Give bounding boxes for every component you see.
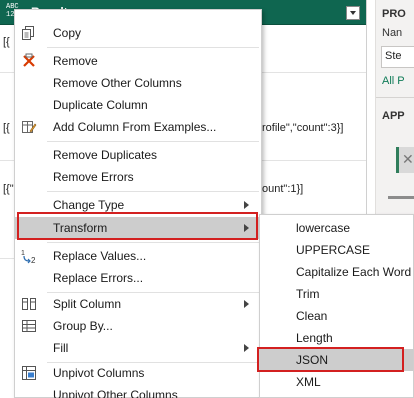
submenu-item-json[interactable]: JSON [260, 349, 413, 371]
chevron-right-icon [244, 224, 249, 232]
submenu-item-clean[interactable]: Clean [260, 305, 413, 327]
menu-separator [47, 191, 259, 192]
applied-step-item[interactable]: ✕ [396, 147, 414, 173]
submenu-item-label: JSON [296, 353, 329, 367]
menu-item-add-column-from-examples[interactable]: Add Column From Examples... [15, 116, 261, 138]
unpivot-icon [21, 365, 37, 381]
cell-fragment[interactable]: ount":1}] [262, 183, 303, 195]
menu-item-label: Replace Values... [53, 249, 147, 263]
split-column-icon [21, 296, 37, 312]
menu-item-replace-errors[interactable]: Replace Errors... [15, 267, 261, 289]
copy-icon [21, 25, 37, 41]
menu-item-label: Duplicate Column [53, 98, 148, 112]
group-by-icon [21, 318, 37, 334]
submenu-item-label: Clean [296, 309, 328, 323]
cell-fragment[interactable]: [{" [3, 183, 14, 195]
menu-item-unpivot-other-columns[interactable]: Unpivot Other Columns [15, 384, 261, 398]
properties-heading: PRO [382, 8, 406, 20]
menu-item-copy[interactable]: Copy [15, 22, 261, 44]
menu-item-label: Unpivot Columns [53, 366, 145, 380]
menu-item-label: Replace Errors... [53, 271, 144, 285]
column-context-menu: Copy Remove Remove Other Columns Duplica… [14, 9, 262, 398]
menu-item-label: Add Column From Examples... [53, 120, 217, 134]
menu-item-group-by[interactable]: Group By... [15, 315, 261, 337]
menu-item-transform[interactable]: Transform [15, 217, 261, 239]
menu-item-replace-values[interactable]: 12 Replace Values... [15, 245, 261, 267]
menu-item-label: Change Type [53, 198, 125, 212]
menu-item-remove-errors[interactable]: Remove Errors [15, 166, 261, 188]
column-filter-dropdown-icon[interactable] [346, 6, 360, 20]
menu-item-change-type[interactable]: Change Type [15, 194, 261, 216]
chevron-right-icon [244, 344, 249, 352]
query-name-input[interactable]: Ste [381, 46, 414, 68]
menu-item-duplicate-column[interactable]: Duplicate Column [15, 94, 261, 116]
all-properties-link[interactable]: All P [382, 75, 405, 87]
menu-item-split-column[interactable]: Split Column [15, 293, 261, 315]
submenu-item-label: UPPERCASE [296, 243, 371, 257]
menu-separator [47, 141, 259, 142]
menu-item-label: Unpivot Other Columns [53, 388, 178, 398]
menu-item-remove-duplicates[interactable]: Remove Duplicates [15, 144, 261, 166]
svg-text:1: 1 [21, 250, 25, 257]
cell-fragment[interactable]: rofile","count":3}] [262, 122, 343, 134]
chevron-right-icon [244, 201, 249, 209]
submenu-item-trim[interactable]: Trim [260, 283, 413, 305]
menu-item-fill[interactable]: Fill [15, 337, 261, 359]
panel-divider [376, 97, 414, 98]
submenu-item-label: Capitalize Each Word [296, 265, 412, 279]
menu-item-label: Remove Other Columns [53, 76, 182, 90]
applied-steps-heading: APP [382, 110, 405, 122]
menu-item-unpivot-columns[interactable]: Unpivot Columns [15, 362, 261, 384]
svg-text:2: 2 [31, 256, 36, 264]
menu-separator [47, 242, 259, 243]
submenu-item-label: Length [296, 331, 333, 345]
add-column-examples-icon [21, 119, 37, 135]
submenu-item-xml[interactable]: XML [260, 371, 413, 393]
panel-scrollbar[interactable] [388, 196, 414, 199]
name-label: Nan [382, 27, 403, 39]
menu-item-remove-other-columns[interactable]: Remove Other Columns [15, 72, 261, 94]
menu-item-remove[interactable]: Remove [15, 50, 261, 72]
submenu-item-capitalize-each-word[interactable]: Capitalize Each Word [260, 261, 413, 283]
cell-fragment[interactable]: [{ [3, 122, 10, 134]
submenu-item-label: lowercase [296, 221, 351, 235]
menu-item-label: Group By... [53, 319, 113, 333]
remove-x-icon [21, 53, 37, 69]
replace-values-icon: 12 [21, 248, 37, 265]
menu-item-label: Remove [53, 54, 98, 68]
submenu-item-label: XML [296, 375, 321, 389]
menu-separator [47, 47, 259, 48]
submenu-item-label: Trim [296, 287, 320, 301]
submenu-item-length[interactable]: Length [260, 327, 413, 349]
close-icon[interactable]: ✕ [402, 151, 414, 168]
transform-submenu: lowercase UPPERCASE Capitalize Each Word… [259, 214, 414, 398]
submenu-item-lowercase[interactable]: lowercase [260, 217, 413, 239]
menu-item-label: Remove Duplicates [53, 148, 158, 162]
chevron-right-icon [244, 300, 249, 308]
cell-fragment[interactable]: [{ [3, 36, 10, 48]
menu-item-label: Transform [53, 221, 108, 235]
menu-item-label: Copy [53, 26, 82, 40]
menu-item-label: Remove Errors [53, 170, 134, 184]
menu-item-label: Split Column [53, 297, 122, 311]
menu-item-label: Fill [53, 341, 69, 355]
submenu-item-uppercase[interactable]: UPPERCASE [260, 239, 413, 261]
